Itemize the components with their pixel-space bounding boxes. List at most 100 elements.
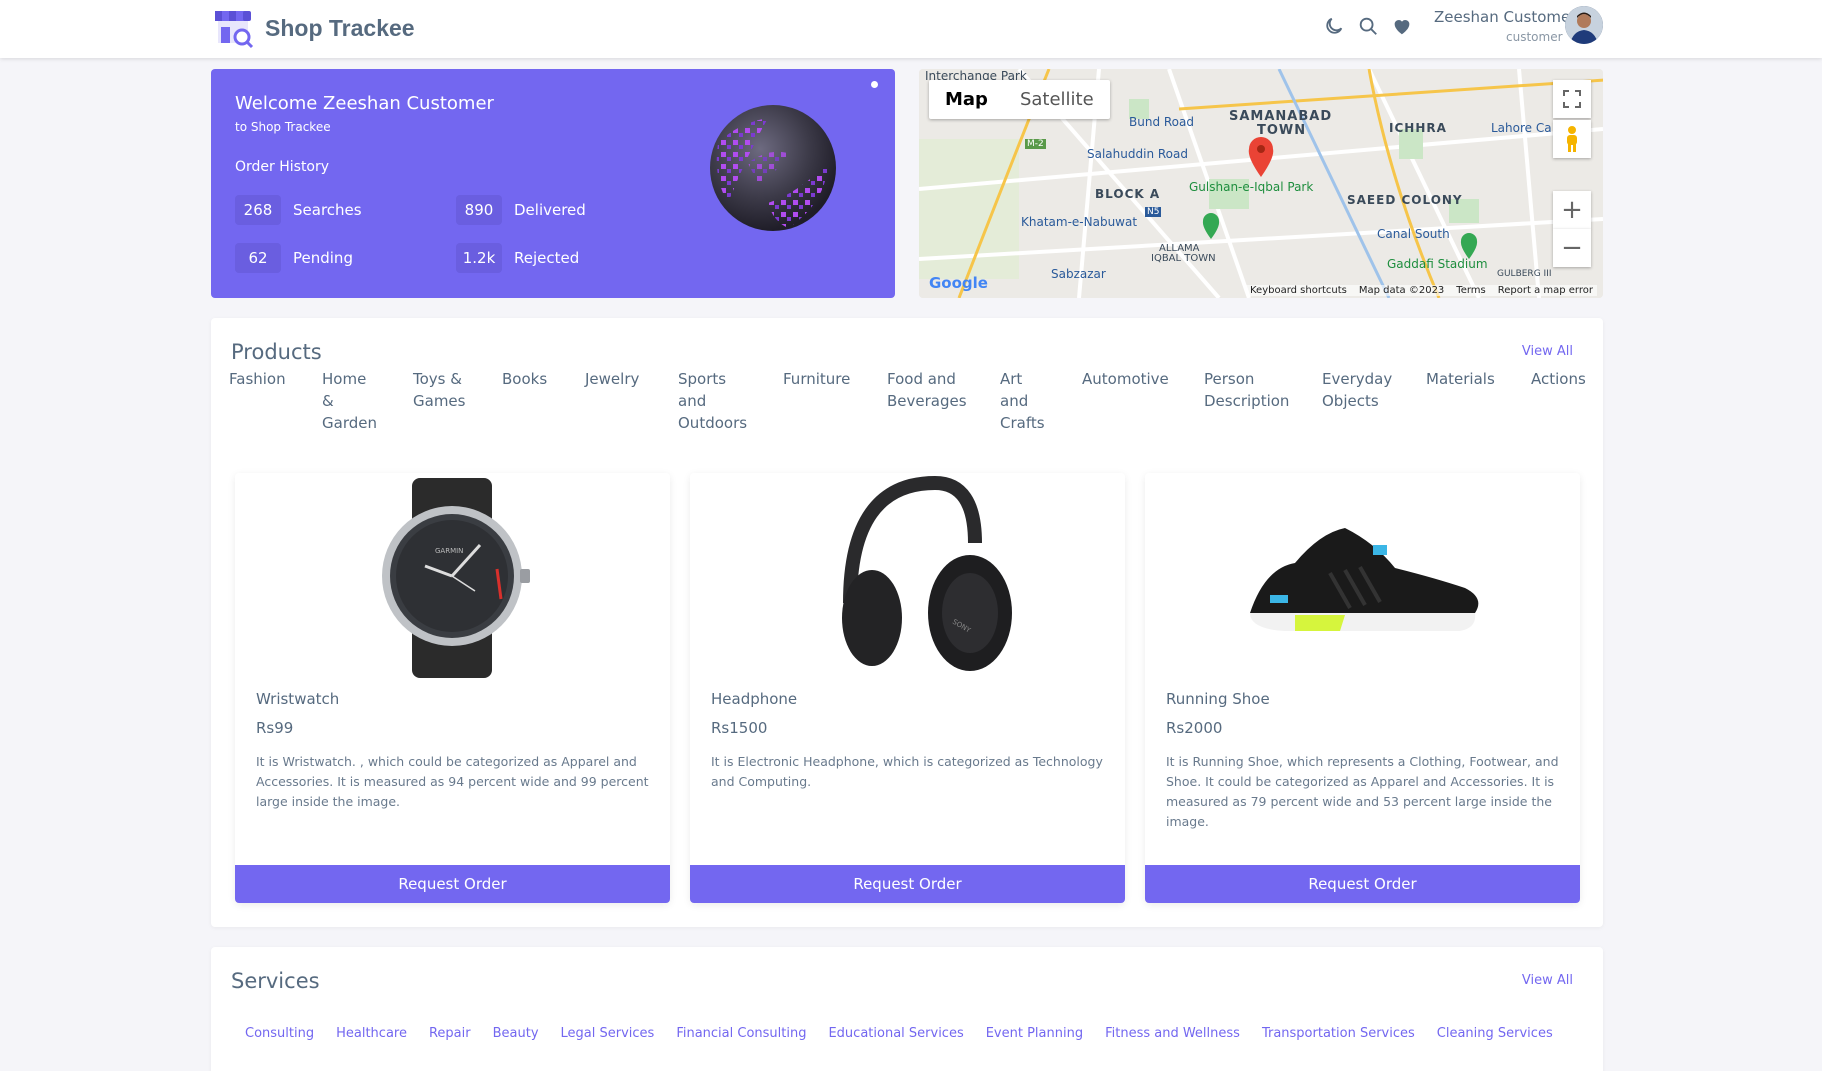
services-card: Services View All Consulting Healthcare …	[211, 947, 1603, 1071]
category-tab[interactable]: Fashion	[229, 368, 289, 390]
map-data-attribution: Map data ©2023	[1358, 285, 1445, 296]
fullscreen-icon[interactable]	[1553, 80, 1591, 118]
avatar[interactable]	[1565, 6, 1603, 44]
map-label: Bund Road	[1129, 115, 1194, 129]
service-tab[interactable]: Beauty	[493, 1026, 539, 1041]
request-order-button[interactable]: Request Order	[690, 865, 1125, 903]
stat-label: Searches	[293, 201, 362, 219]
wristwatch-image: GARMIN	[382, 478, 530, 678]
running-shoe-image	[1250, 528, 1479, 631]
search-icon[interactable]	[1356, 14, 1380, 38]
product-description: It is Wristwatch. , which could be categ…	[256, 754, 649, 809]
map-report-error-link[interactable]: Report a map error	[1498, 285, 1593, 296]
top-navbar: Shop Trackee Zeeshan Customer customer	[0, 0, 1822, 58]
service-tab[interactable]: Fitness and Wellness	[1105, 1026, 1240, 1041]
headphone-image: SONY	[842, 475, 1012, 671]
category-tab[interactable]: Jewelry	[585, 368, 645, 390]
service-tab[interactable]: Repair	[429, 1026, 471, 1041]
products-title: Products	[231, 340, 322, 364]
products-view-all-link[interactable]: View All	[1522, 344, 1573, 359]
product-card: GARMIN Wristwatch Rs99 It is Wristwatch.…	[235, 473, 670, 903]
category-tab[interactable]: Furniture	[783, 368, 873, 390]
category-tab[interactable]: Art and Crafts	[1000, 368, 1045, 434]
request-order-button[interactable]: Request Order	[1145, 865, 1580, 903]
category-tab[interactable]: Automotive	[1082, 368, 1182, 390]
service-tab[interactable]: Event Planning	[986, 1026, 1083, 1041]
stat-label: Rejected	[514, 249, 580, 267]
service-tab[interactable]: Cleaning Services	[1437, 1026, 1553, 1041]
brand[interactable]: Shop Trackee	[211, 7, 415, 49]
map-label: Gulshan-e-Iqbal Park	[1189, 180, 1314, 194]
welcome-title: Welcome Zeeshan Customer	[235, 93, 494, 114]
services-view-all-link[interactable]: View All	[1522, 973, 1573, 988]
service-tab[interactable]: Legal Services	[561, 1026, 655, 1041]
map-label: Salahuddin Road	[1087, 147, 1188, 161]
category-tab[interactable]: Sports and Outdoors	[678, 368, 748, 434]
stat-value: 268	[235, 195, 281, 225]
product-card: Running Shoe Rs2000 It is Running Shoe, …	[1145, 473, 1580, 903]
service-tab[interactable]: Consulting	[245, 1026, 314, 1041]
map-label: Khatam-e-Nabuwat	[1021, 215, 1138, 229]
product-price: Rs2000	[1166, 719, 1223, 737]
map-terms-link[interactable]: Terms	[1456, 285, 1485, 296]
product-price: Rs1500	[711, 719, 768, 737]
watch-brand-text: GARMIN	[435, 547, 463, 555]
map-label: Lahore Ca	[1491, 121, 1552, 135]
welcome-card: Welcome Zeeshan Customer to Shop Trackee…	[211, 69, 895, 298]
map-label: IQBAL TOWN	[1151, 253, 1216, 264]
welcome-subtitle: to Shop Trackee	[235, 120, 331, 134]
map-label: BLOCK A	[1095, 187, 1161, 201]
map-label: Gaddafi Stadium	[1387, 257, 1488, 271]
motorway-badge: M-2	[1025, 139, 1046, 149]
service-tab[interactable]: Financial Consulting	[676, 1026, 806, 1041]
stat-pending: 62 Pending	[235, 243, 353, 273]
stat-label: Pending	[293, 249, 353, 267]
map-keyboard-shortcuts[interactable]: Keyboard shortcuts	[1250, 285, 1347, 296]
carousel-indicator[interactable]	[871, 81, 878, 88]
street-view-pegman-icon[interactable]	[1553, 120, 1591, 158]
stat-value: 890	[456, 195, 502, 225]
zoom-in-icon[interactable]: +	[1553, 191, 1591, 229]
map-label: TOWN	[1257, 123, 1307, 138]
map-label: SAMANABAD	[1229, 109, 1333, 124]
highway-badge: N5	[1145, 207, 1162, 217]
service-tab[interactable]: Educational Services	[828, 1026, 963, 1041]
heart-icon[interactable]	[1390, 14, 1414, 38]
map-label: GULBERG III	[1497, 269, 1552, 279]
map-label: Canal South	[1377, 227, 1450, 241]
map-label: Sabzazar	[1051, 267, 1106, 281]
brand-name: Shop Trackee	[265, 14, 415, 41]
category-tab[interactable]: Food and Beverages	[887, 368, 977, 412]
shop-logo-icon	[215, 11, 254, 49]
request-order-button[interactable]: Request Order	[235, 865, 670, 903]
stat-delivered: 890 Delivered	[456, 195, 586, 225]
category-tab[interactable]: Person Description	[1204, 368, 1294, 412]
moon-icon[interactable]	[1322, 14, 1346, 38]
category-tab[interactable]: Toys & Games	[413, 368, 473, 412]
map-footer: Keyboard shortcuts Map data ©2023 Terms …	[1246, 285, 1597, 296]
google-logo: Google	[929, 274, 988, 292]
category-tab[interactable]: Everyday Objects	[1322, 368, 1402, 412]
service-tab[interactable]: Healthcare	[336, 1026, 407, 1041]
stat-searches: 268 Searches	[235, 195, 362, 225]
category-tab[interactable]: Materials	[1426, 368, 1506, 390]
product-description: It is Running Shoe, which represents a C…	[1166, 754, 1559, 829]
stat-value: 62	[235, 243, 281, 273]
zoom-out-icon[interactable]: −	[1553, 229, 1591, 267]
map-label: ICHHRA	[1389, 121, 1447, 135]
stat-rejected: 1.2k Rejected	[456, 243, 579, 273]
map-label: SAEED COLONY	[1347, 193, 1463, 207]
product-name: Headphone	[711, 690, 798, 708]
category-tab[interactable]: Books	[502, 368, 562, 390]
tab-satellite[interactable]: Satellite	[1004, 80, 1110, 119]
category-tab[interactable]: Home & Garden	[322, 368, 382, 434]
product-card: SONY Headphone Rs1500 It is Electronic H…	[690, 473, 1125, 903]
map-type-tabs: Map Satellite	[929, 80, 1110, 119]
tab-map[interactable]: Map	[929, 80, 1004, 119]
service-tab[interactable]: Transportation Services	[1262, 1026, 1415, 1041]
category-tab[interactable]: Actions	[1531, 368, 1591, 390]
stat-value: 1.2k	[456, 243, 502, 273]
user-role: customer	[1506, 30, 1563, 44]
product-description: It is Electronic Headphone, which is cat…	[711, 754, 1103, 789]
location-map[interactable]: Interchange Park SAMANABAD TOWN ICHHRA B…	[919, 69, 1603, 298]
